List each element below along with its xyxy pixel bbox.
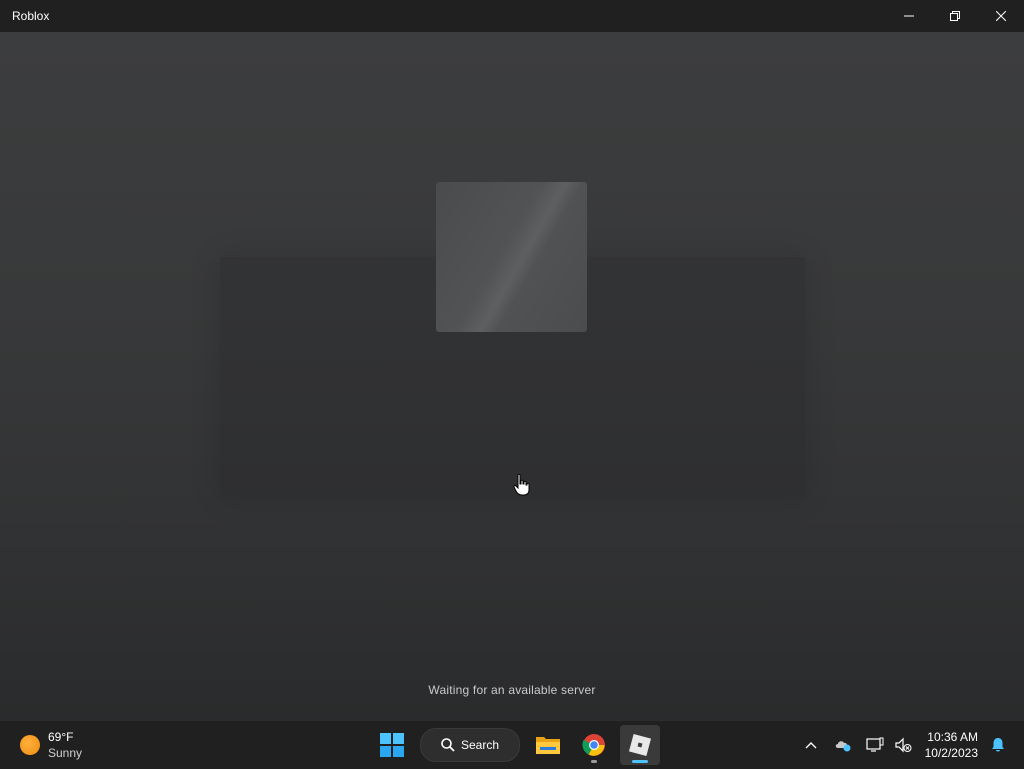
title-bar: Roblox <box>0 0 1024 32</box>
chrome-button[interactable] <box>574 725 614 765</box>
taskbar-search-button[interactable]: Search <box>420 728 520 762</box>
volume-muted-icon <box>895 737 912 753</box>
chrome-running-indicator <box>591 760 597 763</box>
close-button[interactable] <box>978 0 1024 32</box>
notifications-button[interactable] <box>984 725 1012 765</box>
roblox-active-indicator <box>632 760 648 763</box>
restore-icon <box>950 11 960 21</box>
search-label: Search <box>460 738 500 752</box>
sun-icon <box>20 735 40 755</box>
minimize-icon <box>904 15 914 17</box>
weather-condition: Sunny <box>48 746 83 760</box>
volume-tray-button[interactable] <box>889 725 917 765</box>
start-button[interactable] <box>372 725 412 765</box>
chrome-icon <box>582 734 605 756</box>
roblox-button[interactable] <box>620 725 660 765</box>
roblox-icon <box>628 733 652 757</box>
weather-temperature: 69°F <box>48 730 74 744</box>
system-tray: 10:36 AM 10/2/2023 <box>797 721 1024 769</box>
network-tray-button[interactable] <box>861 725 889 765</box>
window-title: Roblox <box>12 9 50 23</box>
game-thumbnail-placeholder <box>436 182 587 332</box>
clock-time: 10:36 AM <box>927 730 978 744</box>
loading-status-text: Waiting for an available server <box>428 683 596 697</box>
folder-icon <box>536 737 560 754</box>
show-hidden-icons-button[interactable] <box>797 725 825 765</box>
restore-button[interactable] <box>932 0 978 32</box>
taskbar: 69°F Sunny Search 10:36 AM 10/2/2023 <box>0 720 1024 769</box>
search-icon <box>441 738 455 752</box>
roblox-loading-screen: Waiting for an available server <box>0 32 1024 720</box>
network-icon <box>866 737 884 752</box>
weather-widget[interactable]: 69°F Sunny <box>14 727 82 763</box>
close-icon <box>996 11 1006 21</box>
minimize-button[interactable] <box>886 0 932 32</box>
clock-date: 10/2/2023 <box>924 746 978 760</box>
bell-icon <box>992 738 1004 752</box>
onedrive-tray-button[interactable] <box>829 725 857 765</box>
hand-cursor-icon <box>512 473 532 502</box>
file-explorer-button[interactable] <box>528 725 568 765</box>
cloud-info-icon <box>835 741 851 752</box>
chevron-up-icon <box>805 742 817 749</box>
taskbar-clock[interactable]: 10:36 AM 10/2/2023 <box>925 729 978 761</box>
taskbar-apps: Search <box>372 725 660 765</box>
windows-logo-icon <box>380 733 404 757</box>
